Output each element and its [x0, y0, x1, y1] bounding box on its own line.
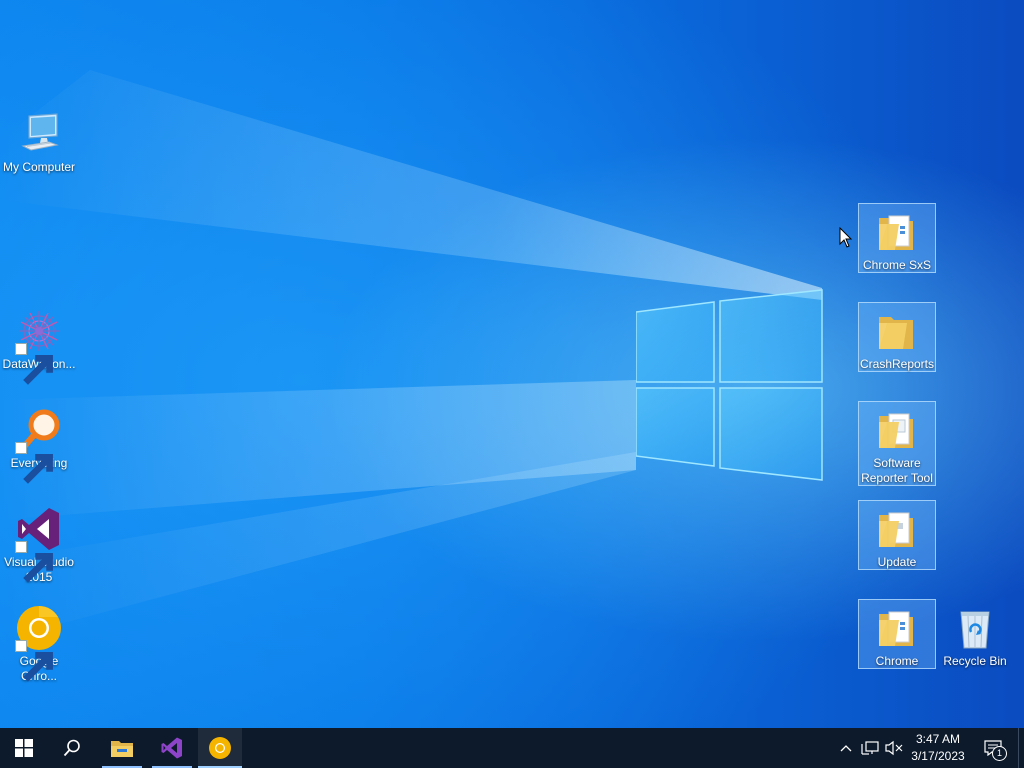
- chevron-up-icon: [840, 745, 852, 752]
- chrome-canary-icon: [209, 737, 231, 759]
- desktop-icon-label: My Computer: [2, 160, 76, 174]
- volume-muted-icon: [885, 740, 903, 756]
- folder-icon: [873, 505, 921, 553]
- action-center-button[interactable]: 1: [983, 738, 1007, 761]
- folder-icon: [873, 406, 921, 454]
- desktop-icon-datawagon[interactable]: DataWagon...: [0, 303, 78, 385]
- taskbar-file-explorer[interactable]: [98, 728, 146, 768]
- folder-icon: [873, 604, 921, 652]
- chrome-canary-icon: [15, 604, 63, 682]
- desktop-icon-label: Software Reporter Tool: [861, 456, 933, 485]
- notification-count-badge: 1: [992, 746, 1007, 761]
- file-explorer-icon: [111, 741, 133, 757]
- computer-icon: [15, 110, 63, 158]
- desktop-icon-google-chrome-canary[interactable]: Google Chro...: [0, 600, 78, 684]
- desktop-folder-crashreports[interactable]: CrashReports: [858, 302, 936, 372]
- desktop-icon-visual-studio[interactable]: Visual Studio 2015: [0, 501, 78, 585]
- desktop-icon-label: Recycle Bin: [943, 654, 1007, 668]
- search-icon: [63, 739, 80, 757]
- desktop-folder-chrome[interactable]: Chrome: [858, 599, 936, 669]
- desktop-icon-label: Update: [877, 555, 917, 569]
- desktop-icon-label: CrashReports: [859, 357, 935, 371]
- desktop-folder-chrome-sxs[interactable]: Chrome SxS: [858, 203, 936, 273]
- desktop-icon-recycle-bin[interactable]: Recycle Bin: [936, 600, 1014, 669]
- shortcut-arrow-icon: [15, 541, 53, 583]
- taskbar-visual-studio[interactable]: [148, 728, 196, 768]
- shortcut-arrow-icon: [15, 343, 53, 385]
- recycle-bin-icon: [951, 604, 999, 652]
- show-desktop-button[interactable]: [1019, 728, 1024, 768]
- clock-date: 3/17/2023: [911, 749, 965, 763]
- desktop-folder-software-reporter-tool[interactable]: Software Reporter Tool: [858, 401, 936, 486]
- shortcut-arrow-icon: [15, 640, 53, 682]
- network-icon: [861, 741, 879, 755]
- desktop-icon-label: Chrome SxS: [862, 258, 932, 272]
- search-button[interactable]: [48, 728, 96, 768]
- clock-time: 3:47 AM: [915, 732, 961, 746]
- shortcut-arrow-icon: [15, 442, 53, 484]
- folder-icon: [873, 307, 921, 355]
- volume-button[interactable]: [884, 738, 904, 758]
- windows-logo-wallpaper: [636, 289, 823, 481]
- datawagon-icon: [15, 307, 63, 385]
- taskbar-clock[interactable]: 3:47 AM 3/17/2023: [906, 731, 970, 765]
- desktop-folder-update[interactable]: Update: [858, 500, 936, 570]
- desktop-icon-everything[interactable]: Everything: [0, 402, 78, 484]
- taskbar: 3:47 AM 3/17/2023 1: [0, 728, 1024, 768]
- mouse-cursor-icon: [839, 227, 853, 248]
- show-hidden-icons-button[interactable]: [836, 738, 856, 758]
- visual-studio-icon: [15, 505, 63, 583]
- folder-icon: [873, 208, 921, 256]
- desktop[interactable]: My Computer DataWagon... Everything Visu…: [0, 0, 1024, 728]
- visual-studio-icon: [161, 737, 182, 759]
- everything-search-icon: [15, 406, 63, 484]
- desktop-icon-label: Chrome: [875, 654, 919, 668]
- taskbar-chrome-canary[interactable]: [198, 728, 242, 768]
- desktop-icon-my-computer[interactable]: My Computer: [0, 106, 78, 175]
- network-button[interactable]: [860, 738, 880, 758]
- windows-start-icon: [15, 739, 33, 757]
- start-button[interactable]: [0, 728, 48, 768]
